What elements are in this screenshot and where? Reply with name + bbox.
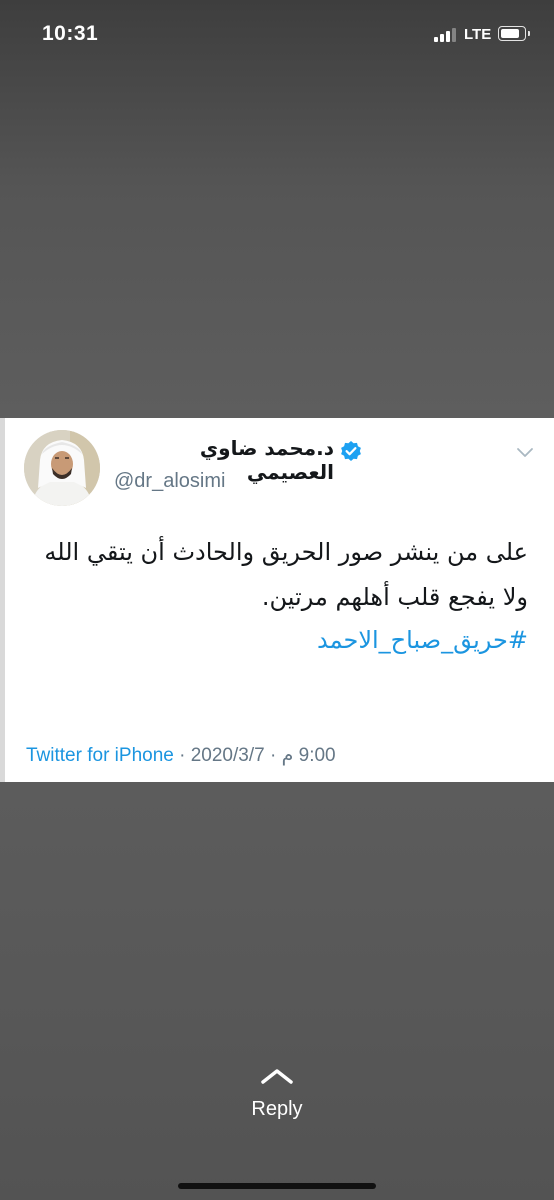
tweet-date: 2020/3/7 — [190, 745, 265, 766]
meta-separator: · — [173, 745, 191, 766]
tweet-screenshot-card: د.محمد ضاوي العصيمي @dr_alosimi على من ي… — [0, 418, 554, 782]
tweet-author-handle: @dr_alosimi — [114, 470, 226, 492]
home-indicator[interactable] — [178, 1183, 376, 1189]
status-bar: 10:31 LTE — [0, 0, 554, 70]
chevron-down-icon — [517, 448, 533, 457]
tweet-text: على من ينشر صور الحريق والحادث أن يتقي ا… — [44, 538, 528, 611]
avatar — [24, 430, 100, 506]
tweet-time: 9:00 م — [281, 745, 336, 766]
tweet-meta: Twitter for iPhone · 2020/3/7 · 9:00 م — [26, 744, 336, 767]
tweet-source: Twitter for iPhone — [26, 745, 174, 766]
meta-separator: · — [264, 745, 282, 766]
card-edge — [0, 418, 5, 782]
cellular-signal-icon — [434, 28, 460, 42]
chevron-up-icon — [261, 1069, 293, 1084]
network-type: LTE — [464, 26, 492, 43]
photo-backdrop-bottom — [0, 782, 554, 1200]
reply-button[interactable]: Reply — [227, 1062, 327, 1132]
battery-icon — [498, 26, 530, 41]
status-time: 10:31 — [42, 22, 99, 45]
reply-label: Reply — [251, 1098, 303, 1120]
verified-badge-icon — [341, 441, 361, 461]
tweet-hashtag: #حريق_صباح_الاحمد — [317, 626, 528, 654]
